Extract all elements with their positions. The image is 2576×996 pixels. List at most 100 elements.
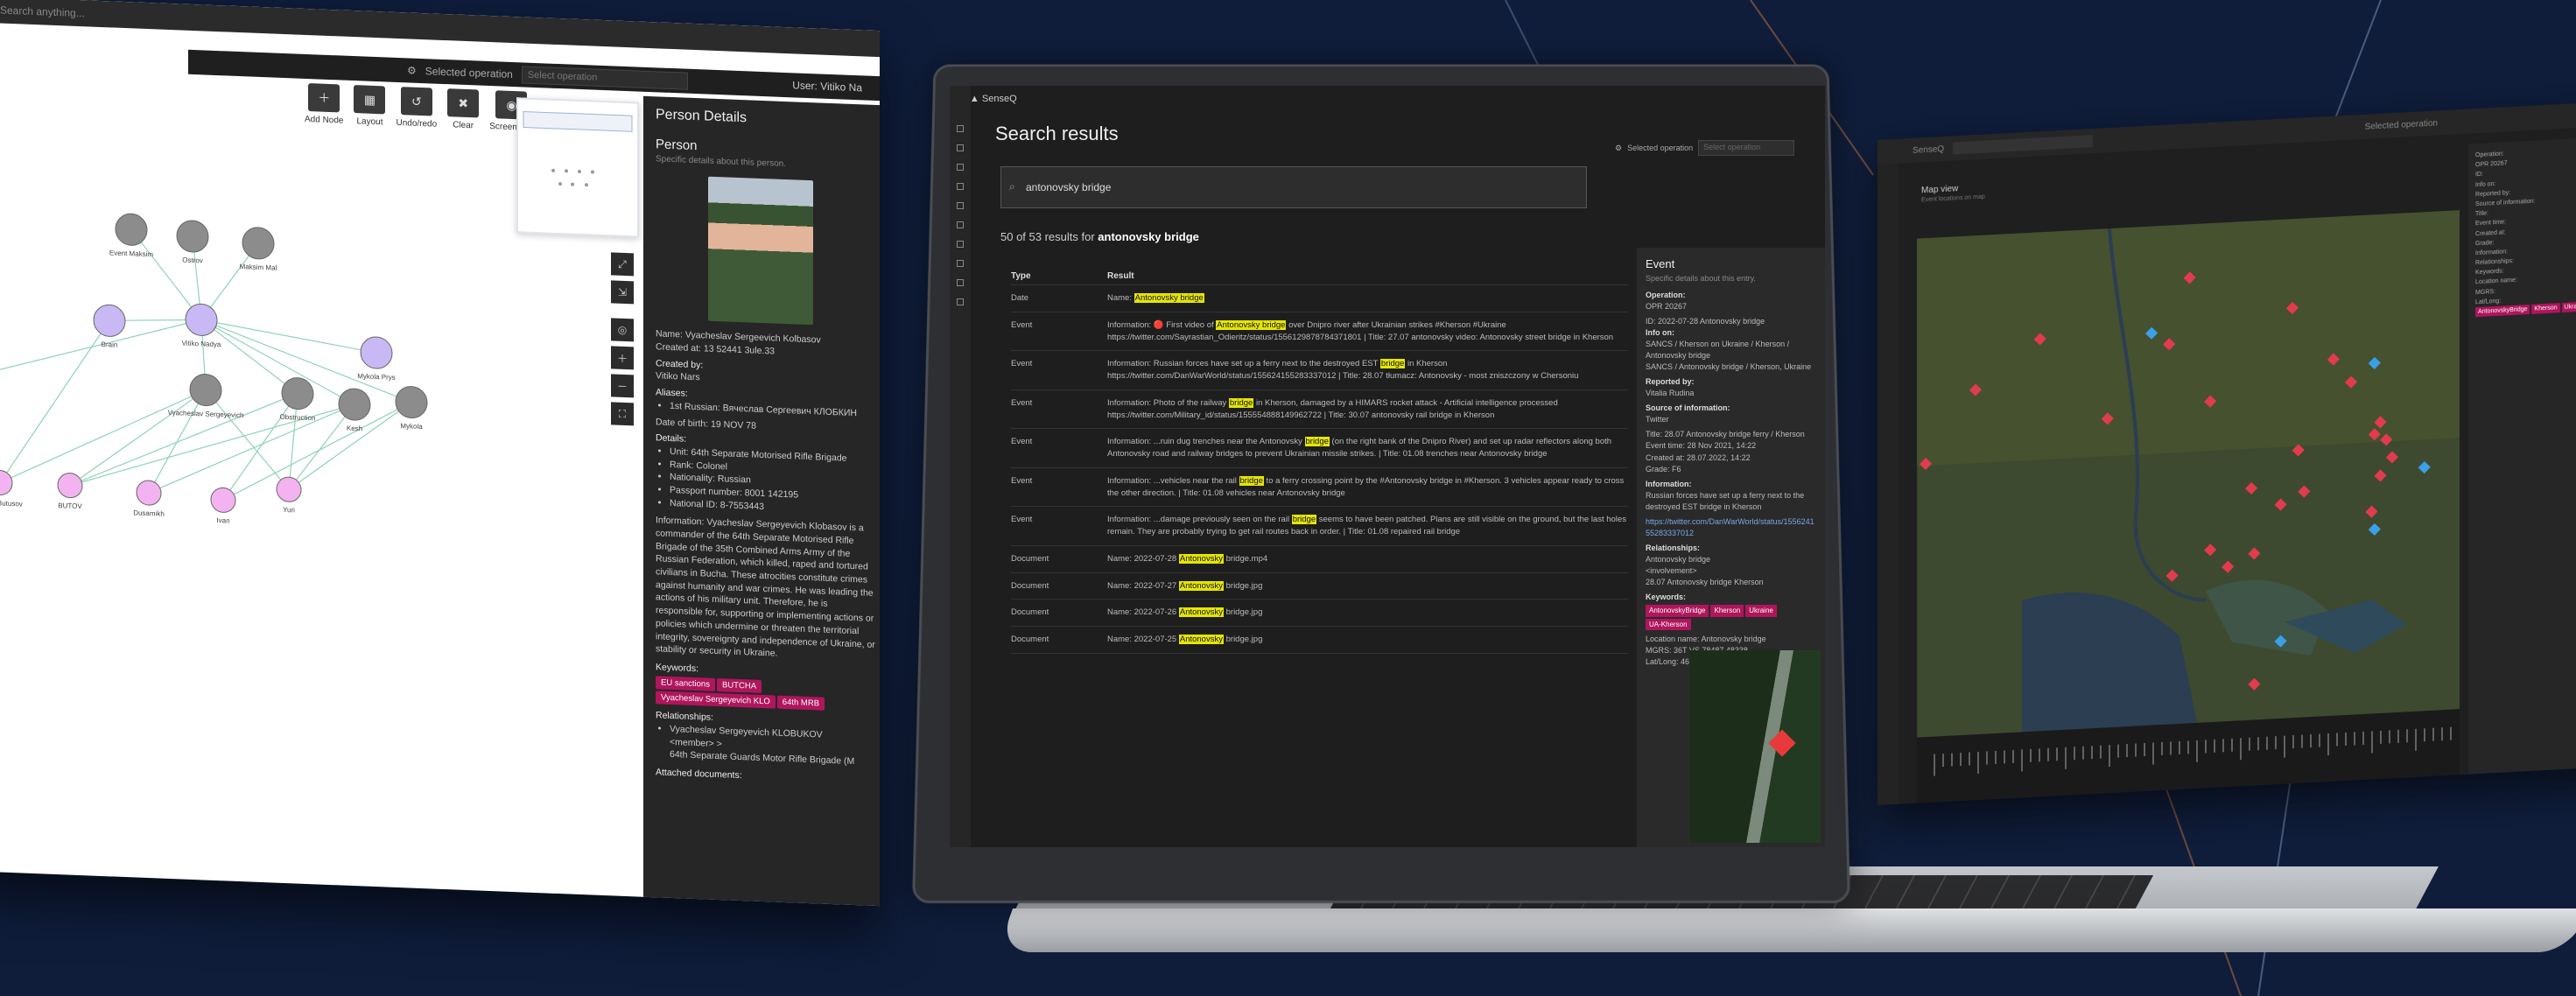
user-label[interactable]: User: Vitiko Na xyxy=(792,79,862,94)
graph-node-label: Mykola Prys xyxy=(357,372,396,382)
table-row[interactable]: Document Name: 2022-07-25 Antonovsky brid… xyxy=(1011,627,1628,655)
keyword-tag[interactable]: UA-Kherson xyxy=(1646,618,1691,631)
operation-bar: ⚙ Selected operation Select operation Us… xyxy=(188,49,880,102)
reported-by: Vitalia Rudina xyxy=(1646,389,1695,398)
table-row[interactable]: Document Name: 2022-07-28 Antonovsky brid… xyxy=(1011,546,1628,573)
keyword-tag[interactable]: BUTCHA xyxy=(716,677,762,693)
operation-select[interactable]: Select operation xyxy=(1698,140,1795,156)
graph-edge[interactable] xyxy=(148,388,207,494)
graph-node[interactable] xyxy=(176,220,209,253)
graph-node-label: Vitiko Nadya xyxy=(182,340,221,349)
results-table: Type Result Date Name: Antonovsky bridge Ev… xyxy=(1011,271,1628,655)
table-row[interactable]: Event Information: Photo of the railway b… xyxy=(1011,390,1628,430)
search-input[interactable] xyxy=(1953,135,2094,155)
map-terrain xyxy=(1917,210,2460,466)
zoom-in-icon[interactable]: ＋ xyxy=(611,346,634,370)
table-row[interactable]: Event Information: Russian forces have se… xyxy=(1011,351,1628,390)
nav-icon[interactable] xyxy=(957,279,964,286)
table-row[interactable]: Event Information: ...damage previously s… xyxy=(1011,507,1628,546)
gear-icon[interactable]: ⚙ xyxy=(1615,144,1622,153)
keyword-tag[interactable]: AntonovskyBridge xyxy=(2475,304,2530,318)
nav-icon[interactable] xyxy=(957,125,964,132)
graph-node[interactable] xyxy=(115,213,148,246)
graph-node-label: Ostrov xyxy=(182,256,203,265)
table-row[interactable]: Event Information: ...vehicles near the r… xyxy=(1011,468,1628,508)
graph-edge[interactable] xyxy=(69,385,207,491)
table-row[interactable]: Event Information: ...ruin dug trenches n… xyxy=(1011,429,1628,468)
table-row[interactable]: Date Name: Antonovsky bridge xyxy=(1011,285,1628,312)
nav-icon[interactable] xyxy=(957,164,964,171)
satellite-thumbnail[interactable] xyxy=(1689,650,1821,843)
row-type: Event xyxy=(1011,319,1033,330)
graph-node[interactable] xyxy=(281,377,314,410)
highlight: Antonovsky bridge xyxy=(1134,293,1204,303)
keyword-tag[interactable]: Kherson xyxy=(1710,605,1744,617)
graph-node[interactable] xyxy=(395,386,428,419)
undo-redo-button[interactable]: ↺ Undo/redo xyxy=(396,87,437,130)
table-row[interactable]: Document Name: 2022-07-26 Antonovsky brid… xyxy=(1011,600,1628,628)
graph-node[interactable] xyxy=(185,303,218,336)
keyword-tag[interactable]: 64th MRB xyxy=(776,695,825,711)
graph-edge[interactable] xyxy=(200,319,377,354)
operation-selector: ⚙ Selected operation Select operation xyxy=(1615,140,1795,156)
nav-icon[interactable] xyxy=(957,202,964,209)
nav-icon[interactable] xyxy=(957,298,964,305)
event-time: Event time: 28 Nov 2021, 14:22 xyxy=(1646,441,1757,451)
expand-icon[interactable]: ⇲ xyxy=(611,280,634,305)
graph-node[interactable] xyxy=(360,336,393,369)
brand-logo[interactable]: SenseQ xyxy=(1913,144,1944,156)
zoom-out-icon[interactable]: － xyxy=(611,374,634,398)
fit-icon[interactable]: ⤢ xyxy=(611,252,634,277)
relationship-item[interactable]: 28.07 Antonovsky bridge Kherson xyxy=(1646,577,1816,588)
graph-app-window: Search anything... ⚙ Selected operation … xyxy=(0,0,880,907)
graph-node[interactable] xyxy=(189,374,222,407)
row-result: Name: 2022-07-28 Antonovsky bridge.mp4 xyxy=(1107,553,1268,564)
graph-edge[interactable] xyxy=(69,394,355,496)
keyword-tag[interactable]: EU sanctions xyxy=(656,675,715,691)
center-icon[interactable]: ◎ xyxy=(611,318,634,342)
add-node-button[interactable]: ＋ Add Node xyxy=(305,83,343,126)
graph-node[interactable] xyxy=(57,473,83,499)
person-photo xyxy=(708,177,813,326)
graph-node[interactable] xyxy=(338,388,371,421)
nav-icon[interactable] xyxy=(957,260,964,267)
graph-node[interactable] xyxy=(93,304,126,337)
trash-icon: ✖ xyxy=(447,88,480,118)
keyword-tag[interactable]: Ukraine xyxy=(2561,301,2576,313)
person-details-panel: Person Details Person Specific details a… xyxy=(643,95,880,907)
nav-icon[interactable] xyxy=(957,183,964,190)
graph-edge[interactable] xyxy=(0,317,110,487)
row-result: Information: Russian forces have set up … xyxy=(1107,359,1579,382)
operation-select[interactable]: Select operation xyxy=(521,66,688,90)
nav-icon[interactable] xyxy=(957,221,964,228)
keyword-tag[interactable]: Ukraine xyxy=(1745,605,1777,617)
nav-icon[interactable] xyxy=(957,241,964,248)
search-placeholder: Search anything... xyxy=(0,4,85,20)
graph-node[interactable] xyxy=(210,487,236,513)
graph-edge[interactable] xyxy=(205,389,290,490)
table-row[interactable]: Event Information: 🔴 First video of Anton… xyxy=(1011,312,1628,352)
graph-node[interactable] xyxy=(242,227,275,260)
graph-node[interactable] xyxy=(0,470,13,496)
relationship-item: <involvement> xyxy=(1646,565,1697,575)
keyword-tag[interactable]: AntonovskyBridge xyxy=(1646,605,1709,617)
graph-node-label: Ivan xyxy=(216,516,229,525)
graph-node[interactable] xyxy=(276,476,302,502)
relationship-item[interactable]: Antonovsky bridge xyxy=(1646,554,1816,565)
clear-button[interactable]: ✖ Clear xyxy=(447,88,480,130)
gear-icon[interactable]: ⚙ xyxy=(407,64,417,76)
graph-edge[interactable] xyxy=(200,319,355,405)
information-text: Information: Vyacheslav Sergeyevich Klob… xyxy=(656,515,875,659)
keyword-tag[interactable]: Kherson xyxy=(2531,303,2560,315)
search-input[interactable] xyxy=(1000,166,1587,208)
network-graph[interactable]: Event Maksim Ostrov Maksim Mal Brain Vitiko … xyxy=(0,171,613,563)
keyword-tag[interactable]: Vyacheslav Sergeyevich KLO xyxy=(656,691,776,709)
satellite-map[interactable] xyxy=(1917,210,2460,738)
nav-icon[interactable] xyxy=(957,144,964,151)
event-link[interactable]: https://twitter.com/DanWarWorld/status/1… xyxy=(1646,516,1816,539)
graph-node[interactable] xyxy=(136,480,162,506)
fullscreen-icon[interactable]: ⛶ xyxy=(611,402,634,426)
layout-button[interactable]: ▦ Layout xyxy=(354,85,386,127)
table-row[interactable]: Document Name: 2022-07-27 Antonovsky brid… xyxy=(1011,573,1628,600)
location-name: Location name: Antonovsky bridge xyxy=(1646,635,1766,644)
